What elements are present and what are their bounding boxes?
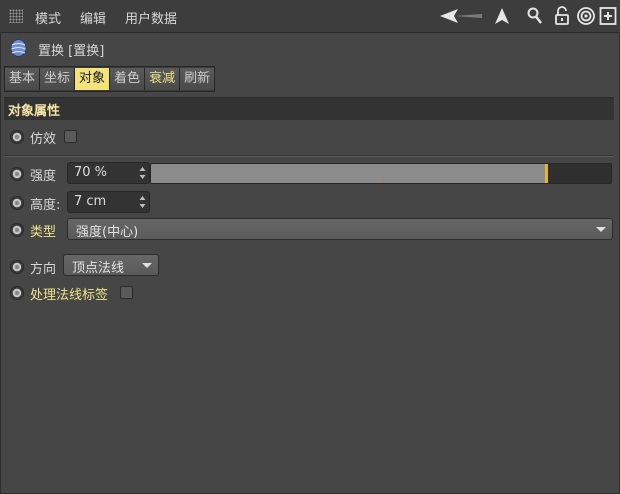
strength-animate-radio[interactable]: [10, 167, 24, 181]
direction-label: 方向: [30, 262, 57, 277]
tab-basic[interactable]: 基本: [5, 68, 41, 90]
displacer-icon: [10, 39, 27, 57]
direction-dropdown[interactable]: 顶点法线: [63, 254, 159, 276]
separator: [4, 155, 614, 157]
up-arrow-icon[interactable]: [492, 6, 512, 26]
tab-bar: 基本 坐标 对象 着色 衰减 刷新: [4, 66, 216, 92]
strength-slider[interactable]: [150, 163, 612, 184]
type-value: 强度(中心): [76, 225, 139, 240]
tab-shading[interactable]: 着色: [110, 68, 146, 90]
tab-refresh[interactable]: 刷新: [180, 68, 215, 90]
tab-coordinates[interactable]: 坐标: [40, 68, 76, 90]
spinner-icon[interactable]: [139, 195, 146, 209]
height-label: 高度:: [30, 198, 61, 213]
height-input[interactable]: 7 cm: [67, 191, 150, 213]
menu-mode[interactable]: 模式: [35, 8, 61, 27]
direction-animate-radio[interactable]: [10, 260, 24, 274]
menu-user-data[interactable]: 用户数据: [125, 8, 177, 27]
menu-bar: 模式 编辑 用户数据: [0, 0, 620, 33]
normal-tag-checkbox[interactable]: [120, 286, 133, 299]
tab-falloff[interactable]: 衰减: [145, 68, 181, 90]
object-title: 置换 [置换]: [38, 44, 105, 59]
type-dropdown[interactable]: 强度(中心): [67, 218, 613, 240]
type-label: 类型: [30, 225, 57, 240]
emulation-checkbox[interactable]: [64, 130, 77, 143]
strength-input[interactable]: 70 %: [67, 162, 150, 184]
target-icon[interactable]: [576, 6, 596, 26]
grip-icon[interactable]: [9, 9, 23, 23]
chevron-down-icon: [142, 263, 152, 268]
back-arrow-icon[interactable]: [438, 6, 484, 26]
type-animate-radio[interactable]: [10, 223, 24, 237]
normal-tag-animate-radio[interactable]: [10, 286, 24, 300]
strength-label: 强度: [30, 169, 57, 184]
normal-tag-label: 处理法线标签: [30, 288, 109, 303]
direction-value: 顶点法线: [72, 261, 125, 276]
search-icon[interactable]: [526, 6, 544, 26]
section-header: 对象属性: [4, 97, 614, 120]
strength-slider-knob[interactable]: [545, 164, 548, 183]
emulation-label: 仿效: [30, 132, 57, 147]
height-value: 7 cm: [74, 194, 107, 209]
new-panel-icon[interactable]: [599, 6, 617, 26]
spinner-icon[interactable]: [139, 166, 146, 180]
height-animate-radio[interactable]: [10, 196, 24, 210]
strength-value: 70 %: [74, 165, 108, 180]
chevron-down-icon: [596, 227, 606, 232]
menu-edit[interactable]: 编辑: [80, 8, 106, 27]
tab-object[interactable]: 对象: [75, 68, 111, 90]
strength-slider-fill: [151, 164, 545, 183]
emulation-animate-radio[interactable]: [10, 130, 24, 144]
strength-slider-midpoint: [383, 179, 384, 182]
section-title: 对象属性: [8, 104, 61, 119]
lock-icon[interactable]: [553, 6, 571, 26]
